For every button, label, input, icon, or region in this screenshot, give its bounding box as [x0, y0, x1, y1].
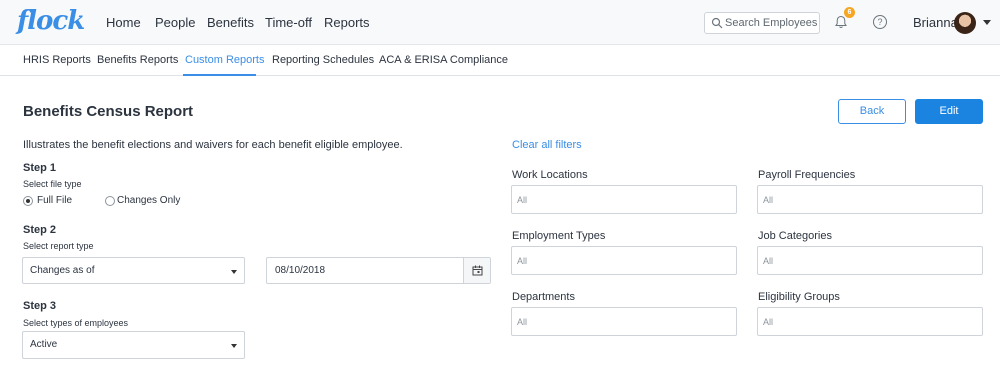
- tab-aca-erisa-compliance[interactable]: ACA & ERISA Compliance: [379, 54, 508, 66]
- report-main-content: Benefits Census Report Back Edit Illustr…: [0, 76, 1000, 373]
- radio-changes-only-label[interactable]: Changes Only: [117, 195, 180, 206]
- filter-work-locations[interactable]: All: [511, 185, 737, 214]
- radio-full-file[interactable]: [23, 196, 33, 206]
- dropdown-arrow-icon: [231, 270, 237, 274]
- filter-payroll-frequencies[interactable]: All: [757, 185, 983, 214]
- filter-eligibility-groups-label: Eligibility Groups: [758, 291, 840, 303]
- filter-departments-label: Departments: [512, 291, 575, 303]
- radio-changes-only[interactable]: [105, 196, 115, 206]
- tab-benefits-reports[interactable]: Benefits Reports: [97, 54, 178, 66]
- filter-employment-types-label: Employment Types: [512, 230, 606, 242]
- step1-subtitle: Select file type: [23, 179, 82, 189]
- back-button[interactable]: Back: [838, 99, 906, 124]
- radio-full-file-label[interactable]: Full File: [37, 195, 72, 206]
- filter-eligibility-groups-value: All: [763, 317, 774, 327]
- page-title: Benefits Census Report: [23, 103, 194, 120]
- filter-eligibility-groups[interactable]: All: [757, 307, 983, 336]
- nav-benefits[interactable]: Benefits: [207, 15, 254, 30]
- filter-job-categories[interactable]: All: [757, 246, 983, 275]
- nav-reports[interactable]: Reports: [324, 15, 370, 30]
- step2-subtitle: Select report type: [23, 241, 94, 251]
- date-value: 08/10/2018: [275, 265, 326, 276]
- search-input[interactable]: [725, 15, 817, 31]
- search-icon: [711, 17, 723, 29]
- step3-subtitle: Select types of employees: [23, 318, 129, 328]
- filter-employment-types[interactable]: All: [511, 246, 737, 275]
- employee-type-value: Active: [30, 339, 58, 350]
- nav-people[interactable]: People: [155, 15, 195, 30]
- tab-custom-reports[interactable]: Custom Reports: [185, 54, 264, 66]
- employee-type-select[interactable]: Active: [22, 331, 245, 359]
- edit-button[interactable]: Edit: [915, 99, 983, 124]
- nav-home[interactable]: Home: [106, 15, 141, 30]
- chevron-down-icon[interactable]: [983, 20, 991, 25]
- top-navigation-bar: flock Home People Benefits Time-off Repo…: [0, 0, 1000, 45]
- step2-title: Step 2: [23, 224, 57, 236]
- filter-payroll-frequencies-label: Payroll Frequencies: [758, 169, 856, 181]
- date-field[interactable]: 08/10/2018: [266, 257, 491, 284]
- report-description: Illustrates the benefit elections and wa…: [23, 139, 403, 151]
- dropdown-arrow-icon: [231, 344, 237, 348]
- filter-departments-value: All: [517, 317, 528, 327]
- filter-job-categories-label: Job Categories: [758, 230, 832, 242]
- search-employees-box[interactable]: [704, 12, 820, 34]
- tab-reporting-schedules[interactable]: Reporting Schedules: [272, 54, 374, 66]
- filter-payroll-frequencies-value: All: [763, 195, 774, 205]
- filter-job-categories-value: All: [763, 256, 774, 266]
- nav-time-off[interactable]: Time-off: [265, 15, 312, 30]
- step1-title: Step 1: [23, 162, 57, 174]
- report-type-value: Changes as of: [30, 265, 95, 276]
- calendar-button[interactable]: [463, 258, 490, 283]
- filter-departments[interactable]: All: [511, 307, 737, 336]
- flock-logo[interactable]: flock: [17, 6, 85, 36]
- notification-badge: 6: [844, 7, 855, 18]
- filter-employment-types-value: All: [517, 256, 528, 266]
- tab-hris-reports[interactable]: HRIS Reports: [23, 54, 91, 66]
- report-type-select[interactable]: Changes as of: [22, 257, 245, 284]
- clear-all-filters-link[interactable]: Clear all filters: [512, 139, 582, 151]
- step3-title: Step 3: [23, 300, 57, 312]
- reports-subnav: HRIS Reports Benefits Reports Custom Rep…: [0, 45, 1000, 76]
- calendar-icon: [472, 265, 483, 276]
- user-name[interactable]: Brianna: [913, 15, 958, 30]
- filter-work-locations-value: All: [517, 195, 528, 205]
- filter-work-locations-label: Work Locations: [512, 169, 588, 181]
- user-avatar[interactable]: [954, 12, 976, 34]
- svg-text:?: ?: [877, 17, 882, 27]
- help-icon[interactable]: ?: [872, 14, 888, 30]
